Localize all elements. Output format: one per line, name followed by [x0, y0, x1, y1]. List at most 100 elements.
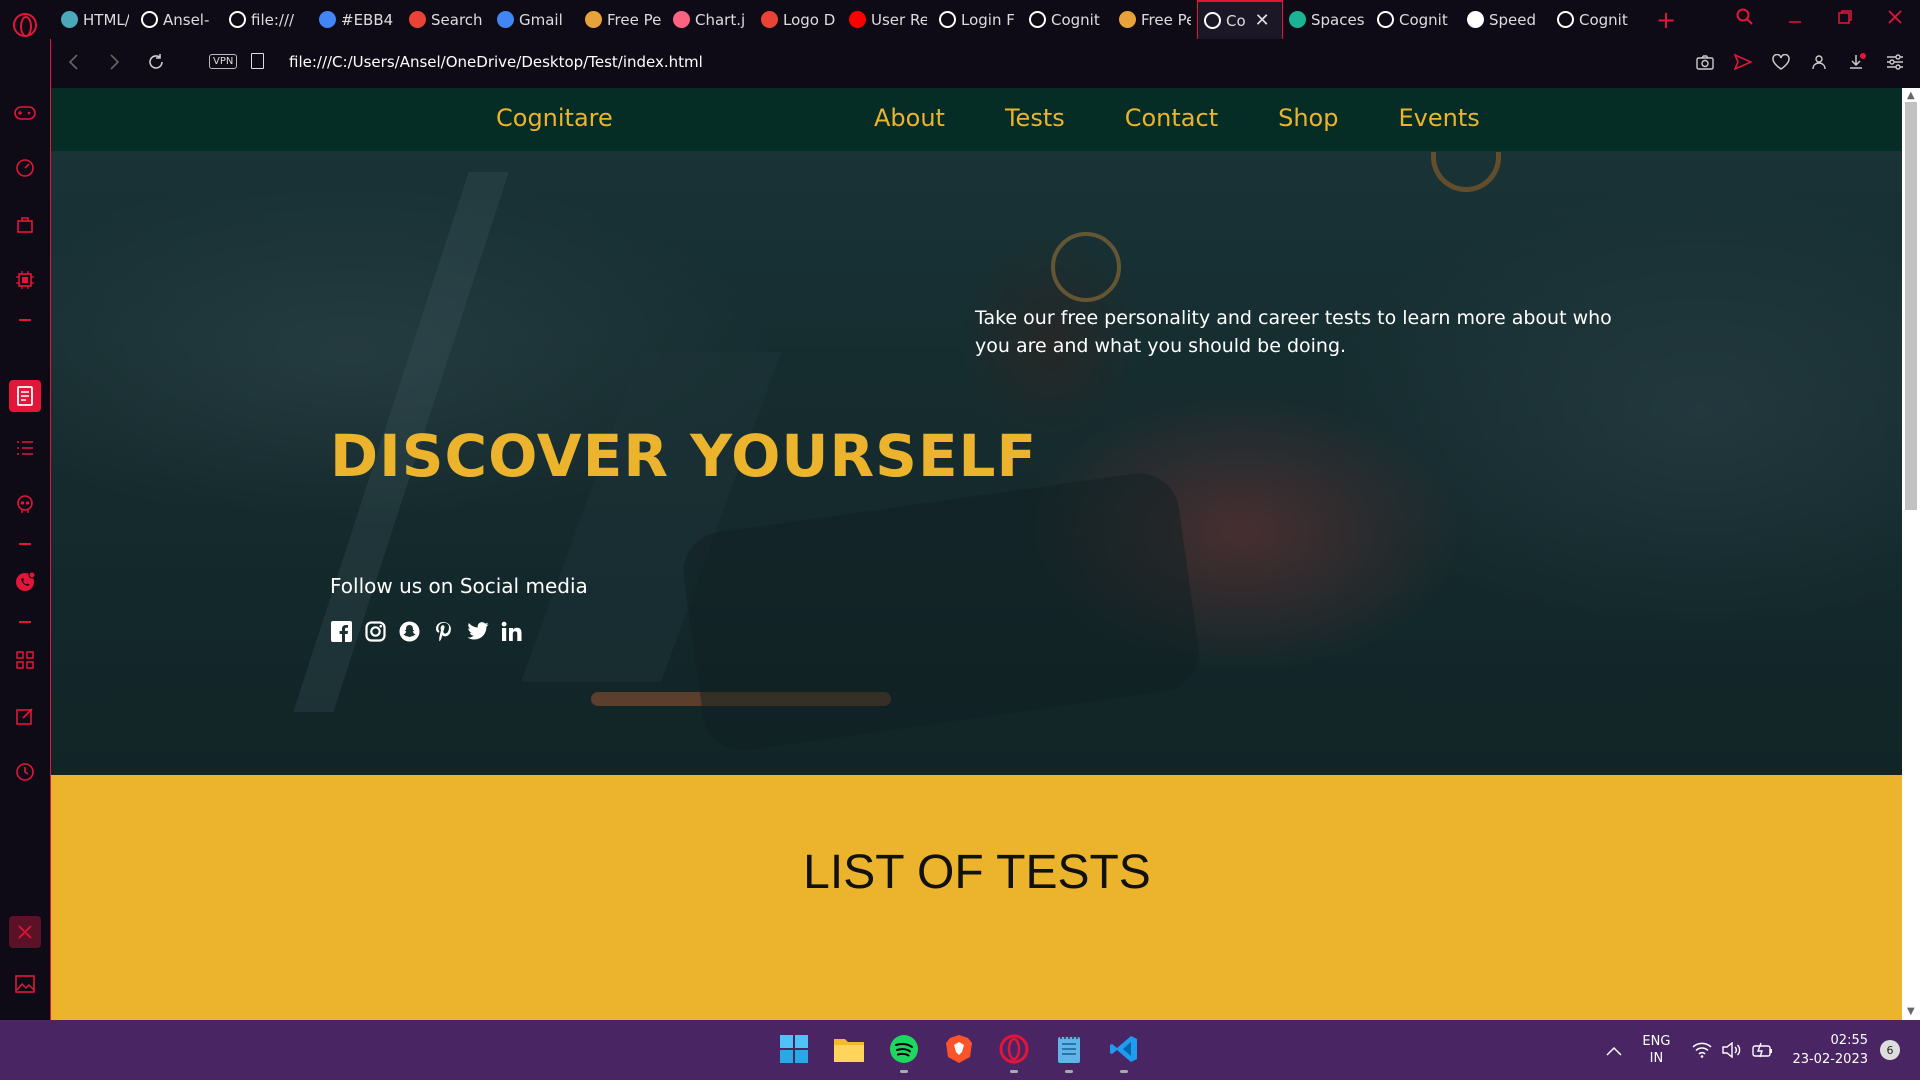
new-tab-button[interactable]: + — [1656, 6, 1676, 34]
vpn-badge[interactable]: VPN — [209, 54, 238, 69]
twitter-icon[interactable] — [466, 620, 489, 643]
battery-charging-icon[interactable] — [1752, 1042, 1774, 1058]
browser-tab-bar: HTML/Ansel-file:/// #EBB4 Search Gmail Free … — [0, 0, 1920, 39]
skull-icon[interactable] — [13, 492, 37, 516]
browser-tab[interactable]: file:/// — [223, 0, 313, 39]
globe-icon — [229, 11, 246, 28]
browser-tab[interactable]: Spaces — [1283, 0, 1371, 39]
page-file-icon[interactable] — [251, 53, 264, 69]
download-icon[interactable] — [1846, 51, 1868, 73]
restore-button[interactable] — [1820, 9, 1870, 30]
browser-tab[interactable]: Co ✕ — [1197, 0, 1283, 39]
gmail-icon — [761, 11, 778, 28]
nav-link-shop[interactable]: Shop — [1278, 104, 1338, 132]
volume-icon[interactable] — [1722, 1042, 1742, 1058]
running-indicator — [1065, 1070, 1073, 1073]
w-icon — [1289, 11, 1306, 28]
browser-tab[interactable]: Cognit — [1023, 0, 1113, 39]
easy-setup-icon[interactable] — [1884, 51, 1906, 73]
wifi-icon[interactable] — [1692, 1042, 1712, 1058]
social-icons — [330, 620, 523, 643]
edit-icon[interactable] — [13, 704, 37, 728]
browser-tab[interactable]: Login F — [933, 0, 1023, 39]
notepad-icon[interactable] — [1051, 1031, 1087, 1073]
profile-icon[interactable] — [1808, 51, 1830, 73]
browser-tab[interactable]: Free Pe — [579, 0, 667, 39]
close-tab-icon[interactable]: ✕ — [1255, 10, 1270, 31]
windows-start-icon[interactable] — [776, 1031, 812, 1067]
snapshot-camera-icon[interactable] — [1694, 51, 1716, 73]
browser-tab[interactable]: Search — [403, 0, 491, 39]
url-field[interactable]: file:///C:/Users/Ansel/OneDrive/Desktop/… — [289, 53, 703, 71]
browser-tab[interactable]: Cognit — [1371, 0, 1461, 39]
browser-tab-title: #EBB4 — [341, 10, 394, 29]
opera-logo-icon[interactable] — [13, 13, 37, 37]
file-explorer-icon[interactable] — [831, 1031, 867, 1067]
browser-tab[interactable]: Logo D — [755, 0, 843, 39]
browser-tab[interactable]: HTML/ — [55, 0, 135, 39]
pinterest-icon[interactable] — [432, 620, 455, 643]
sidebar-divider — [19, 621, 31, 623]
back-button[interactable] — [67, 52, 81, 76]
nav-link-contact[interactable]: Contact — [1125, 104, 1218, 132]
forward-button[interactable] — [107, 52, 121, 76]
language-indicator[interactable]: ENG IN — [1642, 1033, 1670, 1067]
send-icon[interactable] — [1732, 51, 1754, 73]
sidebar-divider — [19, 543, 31, 545]
whatsapp-icon[interactable] — [13, 570, 37, 594]
scroll-down-arrow-icon[interactable]: ▼ — [1907, 1006, 1915, 1017]
browser-tab-title: HTML/ — [83, 10, 129, 29]
list-icon[interactable] — [13, 436, 37, 460]
opera-icon[interactable] — [996, 1031, 1032, 1073]
browser-tab[interactable]: Speed — [1461, 0, 1551, 39]
site-brand[interactable]: Cognitare — [496, 104, 613, 132]
history-clock-icon[interactable] — [13, 760, 37, 784]
browser-sidebar — [0, 39, 50, 1038]
extensions-grid-icon[interactable] — [13, 648, 37, 672]
chevron-up-icon[interactable] — [1606, 1041, 1622, 1060]
snapchat-icon[interactable] — [398, 620, 421, 643]
facebook-icon[interactable] — [330, 620, 353, 643]
browser-tab-title: Cognit — [1051, 10, 1100, 29]
browser-tab[interactable]: Gmail — [491, 0, 579, 39]
browser-tab-title: Ansel- — [163, 10, 210, 29]
clock[interactable]: 02:55 23-02-2023 — [1792, 1031, 1868, 1069]
browser-tab[interactable]: Free Pe — [1113, 0, 1197, 39]
notes-icon[interactable] — [9, 380, 41, 412]
github-icon — [141, 11, 158, 28]
nav-link-about[interactable]: About — [874, 104, 945, 132]
search-tabs-icon[interactable] — [1720, 8, 1770, 31]
linkedin-icon[interactable] — [500, 620, 523, 643]
browser-tab[interactable]: Ansel- — [135, 0, 223, 39]
globe-icon — [1029, 11, 1046, 28]
browser-tab[interactable]: Chart.j — [667, 0, 755, 39]
running-indicator — [1010, 1070, 1018, 1073]
minimize-button[interactable] — [1770, 9, 1820, 30]
gallery-icon[interactable] — [13, 972, 37, 996]
cpu-icon[interactable] — [13, 268, 37, 292]
flow-icon[interactable] — [9, 916, 41, 948]
nav-link-events[interactable]: Events — [1398, 104, 1479, 132]
spotify-icon[interactable] — [886, 1031, 922, 1073]
vscode-icon[interactable] — [1106, 1031, 1142, 1073]
instagram-icon[interactable] — [364, 620, 387, 643]
browser-tab[interactable]: Cognit — [1551, 0, 1641, 39]
reload-button[interactable] — [147, 52, 165, 76]
speed-dial-gauge-icon[interactable] — [13, 156, 37, 180]
store-icon[interactable] — [13, 212, 37, 236]
notification-count-badge[interactable]: 6 — [1880, 1040, 1900, 1060]
scroll-thumb[interactable] — [1905, 102, 1917, 510]
bookmark-heart-icon[interactable] — [1770, 51, 1792, 73]
nav-link-tests[interactable]: Tests — [1005, 104, 1065, 132]
close-window-button[interactable] — [1870, 9, 1920, 30]
browser-tab[interactable]: User Re — [843, 0, 933, 39]
gamepad-icon[interactable] — [13, 101, 37, 125]
browser-tab-title: Login F — [961, 10, 1015, 29]
browser-tab[interactable]: #EBB4 — [313, 0, 403, 39]
t-icon — [585, 11, 602, 28]
clock-date: 23-02-2023 — [1792, 1052, 1868, 1067]
brave-icon[interactable] — [941, 1031, 977, 1067]
scroll-up-arrow-icon[interactable]: ▲ — [1907, 90, 1915, 101]
hero-description: Take our free personality and career tes… — [975, 307, 1612, 357]
page-scrollbar[interactable]: ▲ ▼ — [1902, 88, 1920, 1020]
